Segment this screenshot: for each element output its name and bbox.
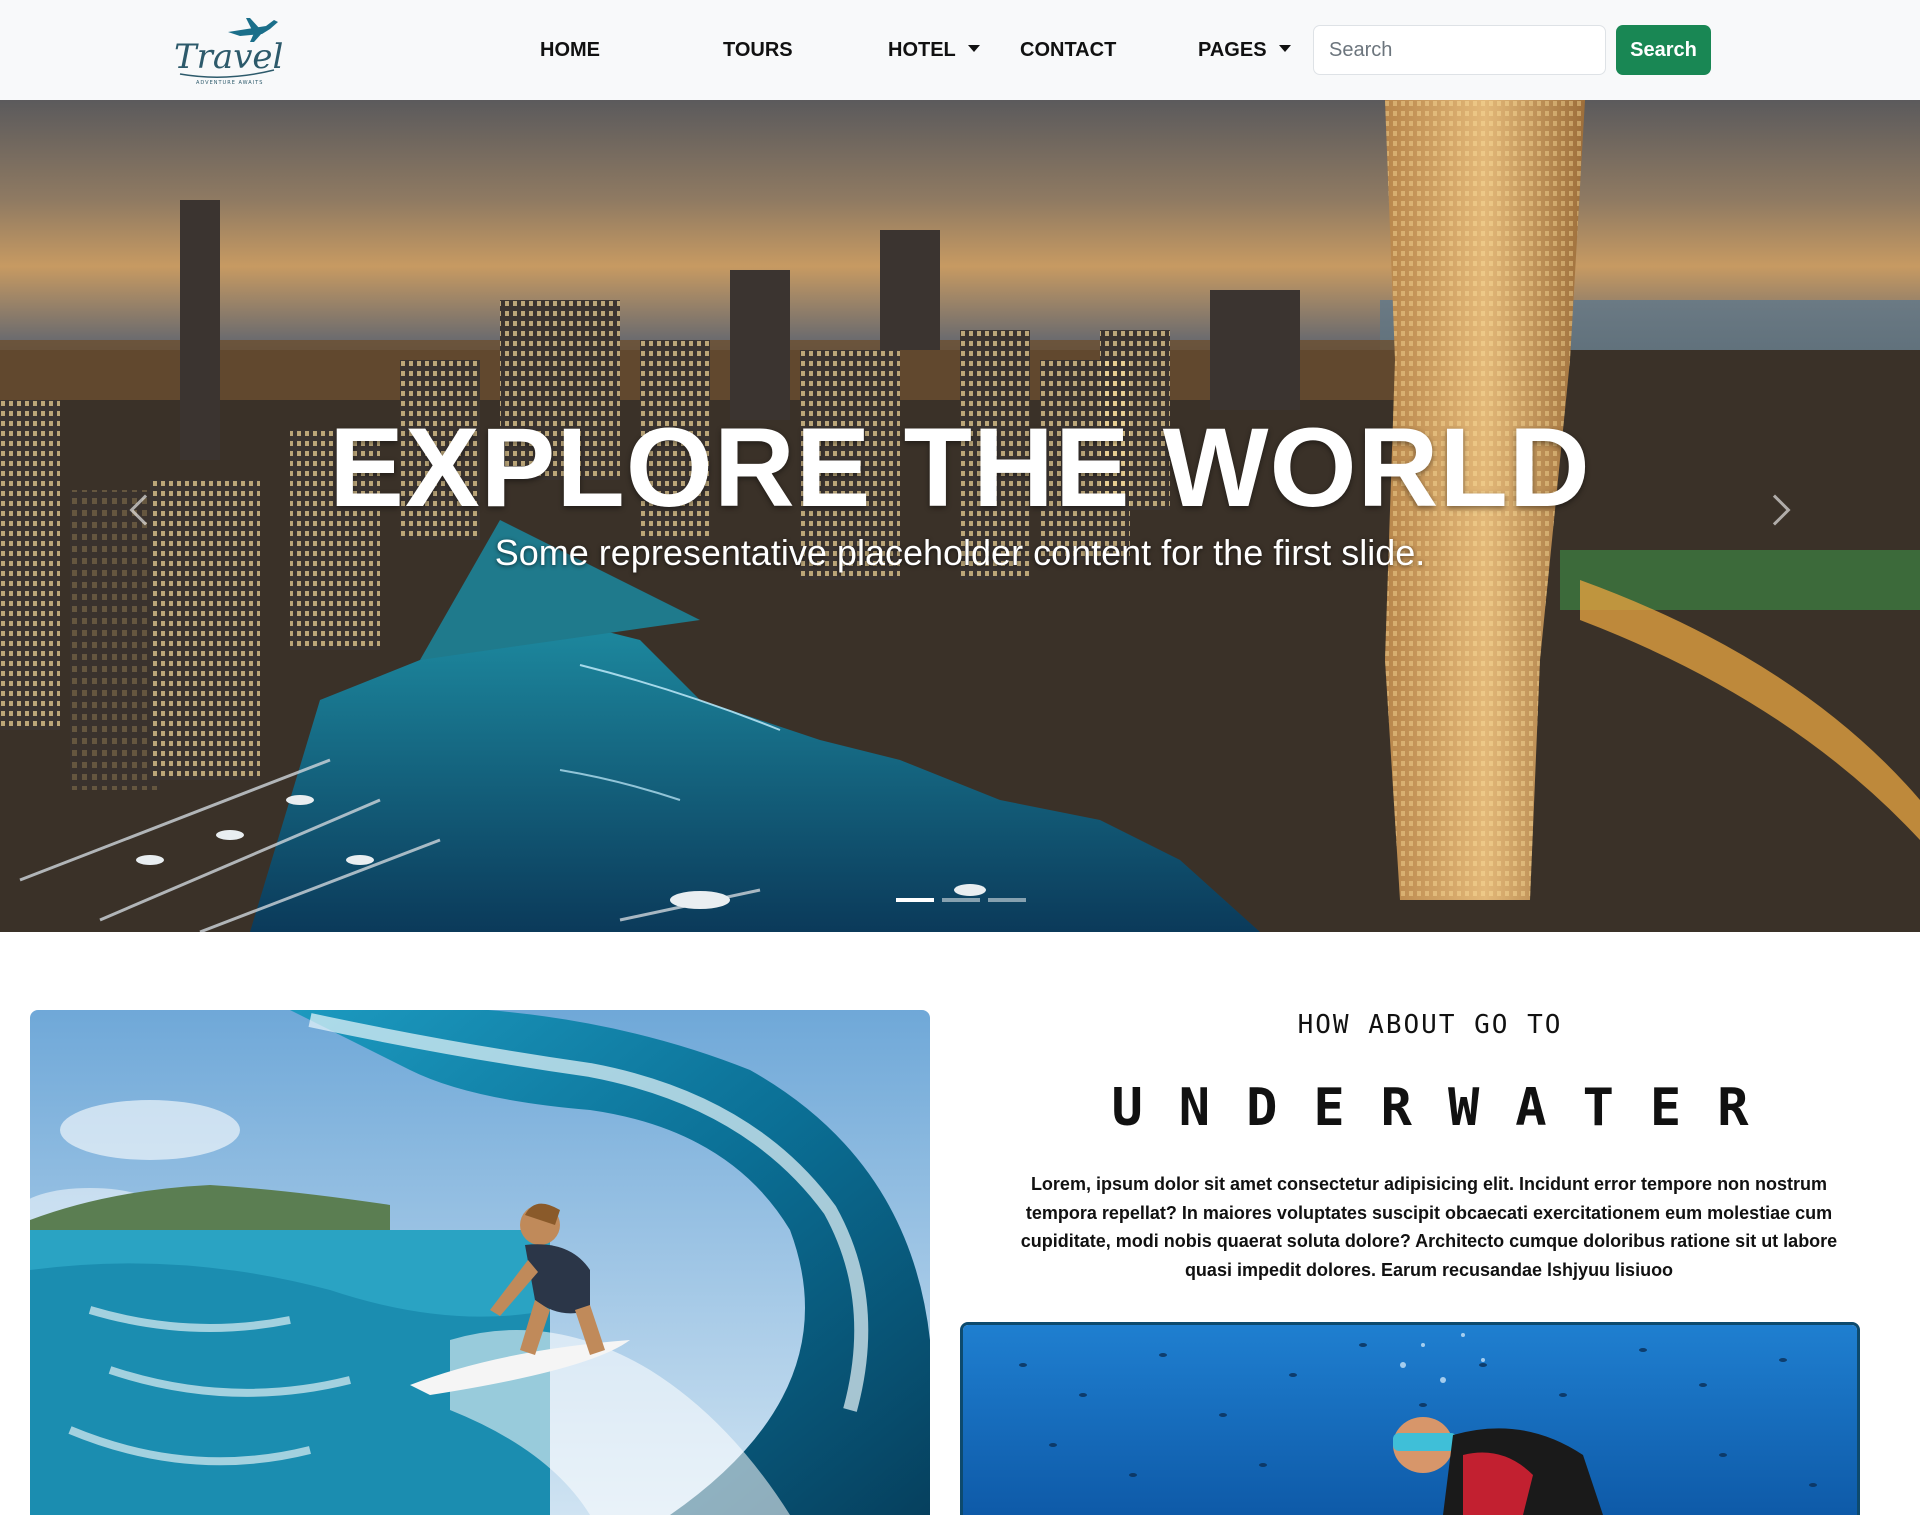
nav-pages-dropdown[interactable]: PAGES [1198,34,1291,66]
navbar: Traveler ADVENTURE AWAITS HOME TOURS HOT… [0,0,1920,100]
chevron-left-icon [129,494,161,526]
search-button[interactable]: Search [1616,25,1711,75]
chevron-right-icon [1759,494,1791,526]
nav-tours[interactable]: TOURS [723,34,793,66]
feature-body-text: Lorem, ipsum dolor sit amet consectetur … [1020,1174,1838,1280]
carousel-indicator-1[interactable] [896,898,934,902]
feature-headline: UNDERWATER [1111,1078,1785,1138]
surfing-image [30,1010,930,1515]
carousel-indicator-3[interactable] [988,898,1026,902]
caret-down-icon [1278,45,1291,53]
carousel-indicators [896,895,1026,905]
diver-graphic [963,1325,1857,1515]
surfer-wave-graphic [30,1010,930,1515]
carousel-indicator-2[interactable] [942,898,980,902]
search-input[interactable] [1313,25,1606,75]
feature-kicker: HOW ABOUT GO TO [1297,1010,1563,1040]
nav-hotel-label: HOTEL [888,39,956,61]
hero-subtitle: Some representative placeholder content … [494,532,1426,573]
brand-logo[interactable]: Traveler ADVENTURE AWAITS [170,12,322,88]
nav-home[interactable]: HOME [540,34,600,66]
caret-down-icon [967,45,980,53]
svg-text:Traveler: Traveler [174,37,282,77]
underwater-diver-image [960,1322,1860,1515]
nav-hotel-dropdown[interactable]: HOTEL [888,34,980,66]
nav-pages-label: PAGES [1198,39,1267,61]
logo-graphic: Traveler ADVENTURE AWAITS [174,18,322,86]
hero-title: EXPLORE THE WORLD [329,405,1591,530]
carousel-next-button[interactable] [1755,470,1795,550]
carousel-prev-button[interactable] [125,470,165,550]
hero-carousel: EXPLORE THE WORLD Some representative pl… [0,100,1920,932]
nav-contact[interactable]: CONTACT [1020,34,1116,66]
svg-text:ADVENTURE AWAITS: ADVENTURE AWAITS [196,80,263,86]
